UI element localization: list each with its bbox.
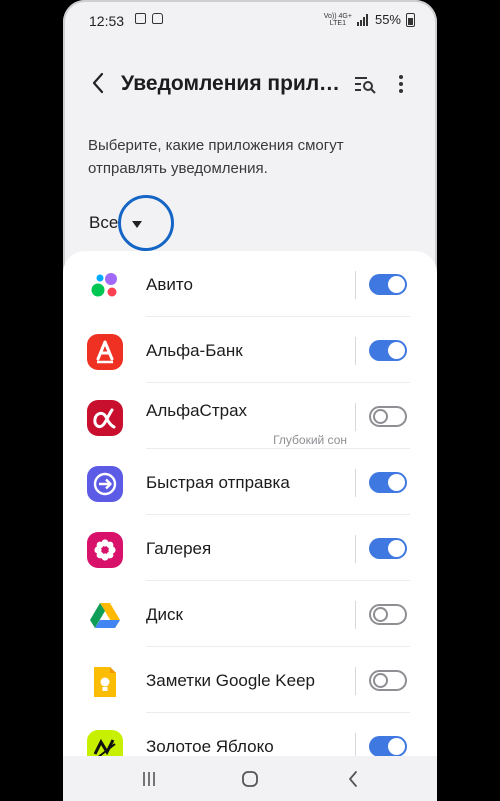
app-subtitle: Глубокий сон xyxy=(273,433,347,447)
toggle-knob xyxy=(388,342,405,359)
app-bar: Уведомления прило... xyxy=(63,58,437,110)
search-button[interactable] xyxy=(349,68,381,100)
notification-toggle[interactable] xyxy=(369,472,407,493)
app-name: АльфаСтрах xyxy=(146,401,248,420)
toggle-knob xyxy=(388,474,405,491)
list-item[interactable]: Быстрая отправка xyxy=(63,449,437,515)
phone-screen: 12:53 Vo)) 4G+ LTE1 55% Уведомления прил… xyxy=(63,0,437,801)
list-item[interactable]: Диск xyxy=(63,581,437,647)
filter-value: Все xyxy=(89,213,119,232)
list-item[interactable]: Галерея xyxy=(63,515,437,581)
status-time: 12:53 xyxy=(89,13,125,29)
checkbox-notification-icon xyxy=(135,13,146,24)
alfastrah-icon xyxy=(87,400,123,436)
description-text: Выберите, какие приложения смогут отправ… xyxy=(88,137,344,177)
notification-toggle[interactable] xyxy=(369,604,407,625)
row-divider xyxy=(355,667,356,695)
status-right: Vo)) 4G+ LTE1 55% xyxy=(324,12,415,27)
row-divider xyxy=(355,337,356,365)
list-item[interactable]: АльфаСтрах Глубокий сон xyxy=(63,383,437,449)
page-title: Уведомления прило... xyxy=(121,72,343,95)
chevron-left-icon xyxy=(92,72,104,94)
battery-percent: 55% xyxy=(374,12,401,27)
alfa-bank-icon xyxy=(87,334,123,370)
app-name: Авито xyxy=(146,275,193,294)
more-options-button[interactable] xyxy=(389,68,413,100)
row-divider xyxy=(355,271,356,299)
notification-toggle[interactable] xyxy=(369,274,407,295)
toggle-knob xyxy=(388,276,405,293)
app-name: Золотое Яблоко xyxy=(146,737,274,756)
row-divider xyxy=(355,601,356,629)
notification-toggle[interactable] xyxy=(369,340,407,361)
gallery-icon xyxy=(87,532,123,568)
notification-toggle[interactable] xyxy=(369,406,407,427)
list-item[interactable]: Заметки Google Keep xyxy=(63,647,437,713)
row-divider xyxy=(355,403,356,431)
toggle-knob xyxy=(388,540,405,557)
nav-back-button[interactable] xyxy=(333,764,373,794)
status-notification-icons xyxy=(135,13,163,24)
app-list: Авито Альфа-Банк АльфаСтрах Глубокий сон… xyxy=(63,251,437,771)
toggle-knob xyxy=(373,409,388,424)
status-bar: 12:53 Vo)) 4G+ LTE1 55% xyxy=(63,0,437,44)
navigation-bar xyxy=(63,756,437,801)
row-divider xyxy=(355,535,356,563)
google-drive-icon xyxy=(87,598,123,634)
home-button[interactable] xyxy=(230,764,270,794)
network-label-top: Vo)) 4G+ xyxy=(323,12,352,20)
toggle-knob xyxy=(373,673,388,688)
network-label-bottom: LTE1 xyxy=(329,19,346,27)
notification-toggle[interactable] xyxy=(369,538,407,559)
app-name: Быстрая отправка xyxy=(146,473,290,492)
recent-apps-icon xyxy=(143,772,155,786)
search-list-icon xyxy=(355,77,376,94)
list-item[interactable]: Альфа-Банк xyxy=(63,317,437,383)
app-name: Альфа-Банк xyxy=(146,341,243,360)
network-indicator: Vo)) 4G+ LTE1 xyxy=(324,13,352,27)
avito-icon xyxy=(87,268,123,304)
recent-apps-button[interactable] xyxy=(129,764,169,794)
tap-highlight-circle xyxy=(118,195,174,251)
back-button[interactable] xyxy=(83,68,113,98)
notification-toggle[interactable] xyxy=(369,736,407,757)
back-icon xyxy=(349,771,357,787)
signal-icon xyxy=(356,13,370,26)
notification-toggle[interactable] xyxy=(369,670,407,691)
quick-share-icon xyxy=(87,466,123,502)
app-name: Диск xyxy=(146,605,183,624)
app-name: Галерея xyxy=(146,539,212,558)
app-name: Заметки Google Keep xyxy=(146,671,315,690)
row-divider xyxy=(355,469,356,497)
list-item[interactable]: Авито xyxy=(63,251,437,317)
toggle-knob xyxy=(373,607,388,622)
google-keep-icon xyxy=(87,664,123,700)
battery-icon xyxy=(406,12,415,27)
home-icon xyxy=(242,771,258,787)
more-vertical-icon xyxy=(399,75,403,93)
lock-notification-icon xyxy=(152,13,163,24)
toggle-knob xyxy=(388,738,405,755)
